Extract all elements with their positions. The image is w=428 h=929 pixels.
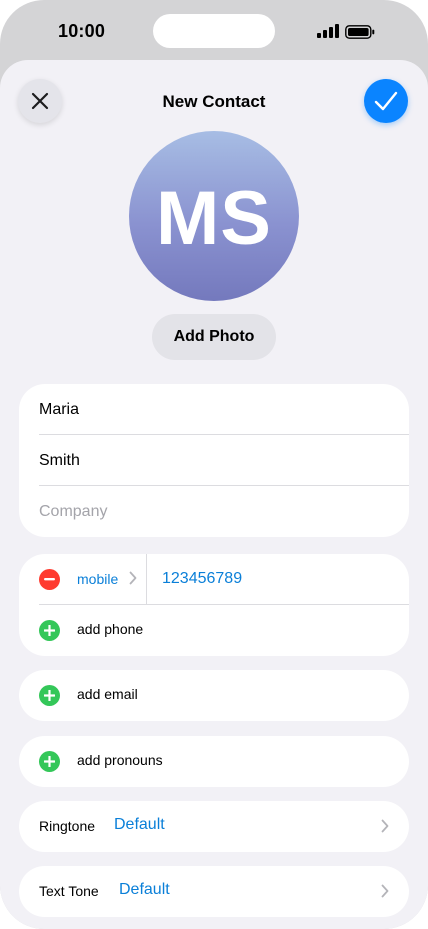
checkmark-icon bbox=[374, 91, 398, 111]
battery-icon bbox=[345, 25, 375, 39]
add-email-row[interactable]: add email bbox=[19, 670, 409, 721]
pronouns-group: add pronouns bbox=[19, 736, 409, 787]
phone-number-input[interactable]: 123456789 bbox=[162, 570, 242, 588]
plus-icon bbox=[44, 690, 55, 701]
contact-avatar[interactable]: MS bbox=[129, 131, 299, 301]
text-tone-label: Text Tone bbox=[39, 883, 99, 899]
ringtone-group: Ringtone Default bbox=[19, 801, 409, 852]
plus-icon bbox=[44, 625, 55, 636]
add-phone-row[interactable]: add phone bbox=[19, 605, 409, 656]
name-group: Maria Smith Company bbox=[19, 384, 409, 537]
phone-divider bbox=[146, 554, 147, 604]
status-bar: 10:00 bbox=[0, 0, 428, 62]
email-group: add email bbox=[19, 670, 409, 721]
status-time: 10:00 bbox=[58, 21, 106, 41]
avatar-initials: MS bbox=[156, 175, 272, 261]
chevron-right-icon bbox=[381, 884, 389, 898]
add-pronouns-row[interactable]: add pronouns bbox=[19, 736, 409, 787]
phone-group: mobile 123456789 add phone bbox=[19, 554, 409, 656]
done-button[interactable] bbox=[364, 79, 408, 123]
dynamic-island bbox=[153, 14, 275, 48]
phone-frame: 10:00 New Contact MS Add Photo Maria Smi… bbox=[0, 0, 428, 929]
remove-phone-button[interactable] bbox=[39, 569, 60, 590]
text-tone-row[interactable]: Text Tone Default bbox=[19, 866, 409, 917]
ringtone-row[interactable]: Ringtone Default bbox=[19, 801, 409, 852]
add-photo-button[interactable]: Add Photo bbox=[152, 314, 276, 360]
first-name-field[interactable]: Maria bbox=[19, 384, 409, 435]
chevron-right-icon bbox=[381, 819, 389, 833]
company-placeholder: Company bbox=[39, 502, 108, 520]
phone-row: mobile 123456789 bbox=[19, 554, 409, 605]
ringtone-label: Ringtone bbox=[39, 818, 96, 834]
last-name-value: Smith bbox=[39, 451, 80, 469]
plus-icon bbox=[44, 756, 55, 767]
add-phone-button[interactable] bbox=[39, 620, 60, 641]
last-name-field[interactable]: Smith bbox=[19, 435, 409, 486]
cellular-signal-icon bbox=[317, 24, 339, 38]
first-name-value: Maria bbox=[39, 400, 80, 418]
ringtone-value: Default bbox=[114, 816, 165, 833]
phone-label-selector[interactable]: mobile bbox=[77, 571, 118, 587]
add-pronouns-label: add pronouns bbox=[77, 752, 163, 768]
add-pronouns-button[interactable] bbox=[39, 751, 60, 772]
new-contact-sheet: New Contact MS Add Photo Maria Smith Com… bbox=[0, 60, 428, 929]
add-email-button[interactable] bbox=[39, 685, 60, 706]
text-tone-value: Default bbox=[119, 881, 170, 898]
add-phone-label: add phone bbox=[77, 621, 144, 637]
minus-icon bbox=[44, 578, 55, 581]
text-tone-group: Text Tone Default bbox=[19, 866, 409, 917]
add-email-label: add email bbox=[77, 686, 138, 702]
chevron-right-icon bbox=[129, 571, 137, 585]
company-field[interactable]: Company bbox=[19, 486, 409, 537]
